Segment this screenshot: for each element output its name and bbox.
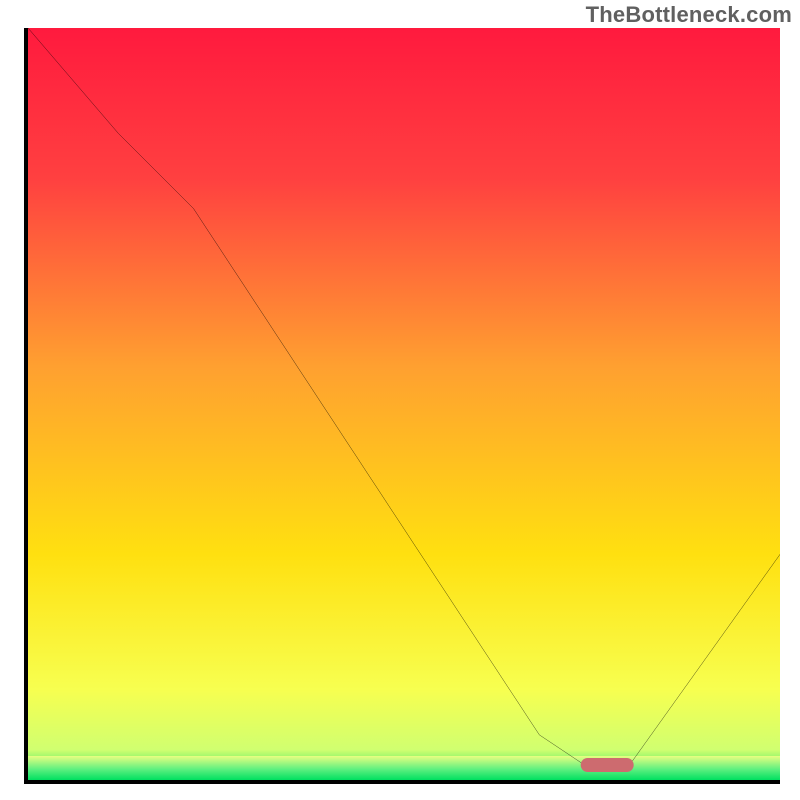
plot-area: [24, 28, 780, 784]
chart-container: TheBottleneck.com: [0, 0, 800, 800]
curve-layer: [28, 28, 780, 780]
bottleneck-curve: [28, 28, 780, 765]
watermark-label: TheBottleneck.com: [586, 2, 792, 28]
optimal-marker: [581, 758, 634, 772]
